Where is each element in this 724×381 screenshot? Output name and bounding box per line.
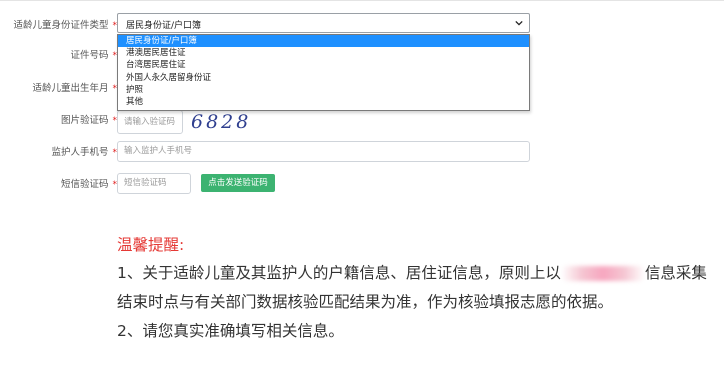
child-id-type-select[interactable]: 居民身份证/户口簿 (117, 13, 530, 33)
guardian-phone-label: 监护人手机号 * (51, 147, 117, 158)
send-sms-code-button[interactable]: 点击发送验证码 (201, 174, 275, 192)
tips-title: 温馨提醒: (117, 236, 185, 254)
sms-code-label: 短信验证码 * (60, 179, 117, 190)
option-other[interactable]: 其他 (118, 96, 529, 108)
child-id-type-label: 适龄儿童身份证件类型 * (13, 20, 117, 31)
tips-body: 1、关于适龄儿童及其监护人的户籍信息、居住证信息，原则上以 信息采集结束时点与有关… (117, 259, 717, 346)
captcha-image[interactable]: 6828 (191, 111, 251, 133)
redacted-blur (560, 266, 645, 281)
top-divider (0, 0, 724, 1)
image-captcha-input[interactable]: 请输入验证码 (117, 110, 183, 134)
id-number-label: 证件号码 * (70, 50, 117, 61)
image-captcha-label: 图片验证码 * (60, 115, 117, 126)
option-hk-macao-residence-permit[interactable]: 港澳居民居住证 (118, 47, 529, 59)
child-birthdate-label: 适龄儿童出生年月 * (32, 83, 117, 94)
option-taiwan-residence-permit[interactable]: 台湾居民居住证 (118, 59, 529, 71)
tips-line2: 2、请您真实准确填写相关信息。 (117, 322, 344, 340)
option-passport[interactable]: 护照 (118, 84, 529, 96)
child-id-type-selected-value: 居民身份证/户口簿 (126, 21, 202, 31)
option-resident-id[interactable]: 居民身份证/户口簿 (118, 35, 529, 48)
tips-line1-start: 1、关于适龄儿童及其监护人的户籍信息、居住证信息，原则上以 (117, 264, 561, 282)
child-id-type-dropdown: 居民身份证/户口簿 港澳居民居住证 台湾居民居住证 外国人永久居留身份证 护照 … (117, 34, 530, 111)
sms-code-input[interactable]: 短信验证码 (117, 173, 191, 194)
option-foreigner-permanent-id[interactable]: 外国人永久居留身份证 (118, 72, 529, 84)
chevron-down-icon (515, 20, 523, 26)
guardian-phone-input[interactable]: 输入监护人手机号 (117, 141, 530, 162)
